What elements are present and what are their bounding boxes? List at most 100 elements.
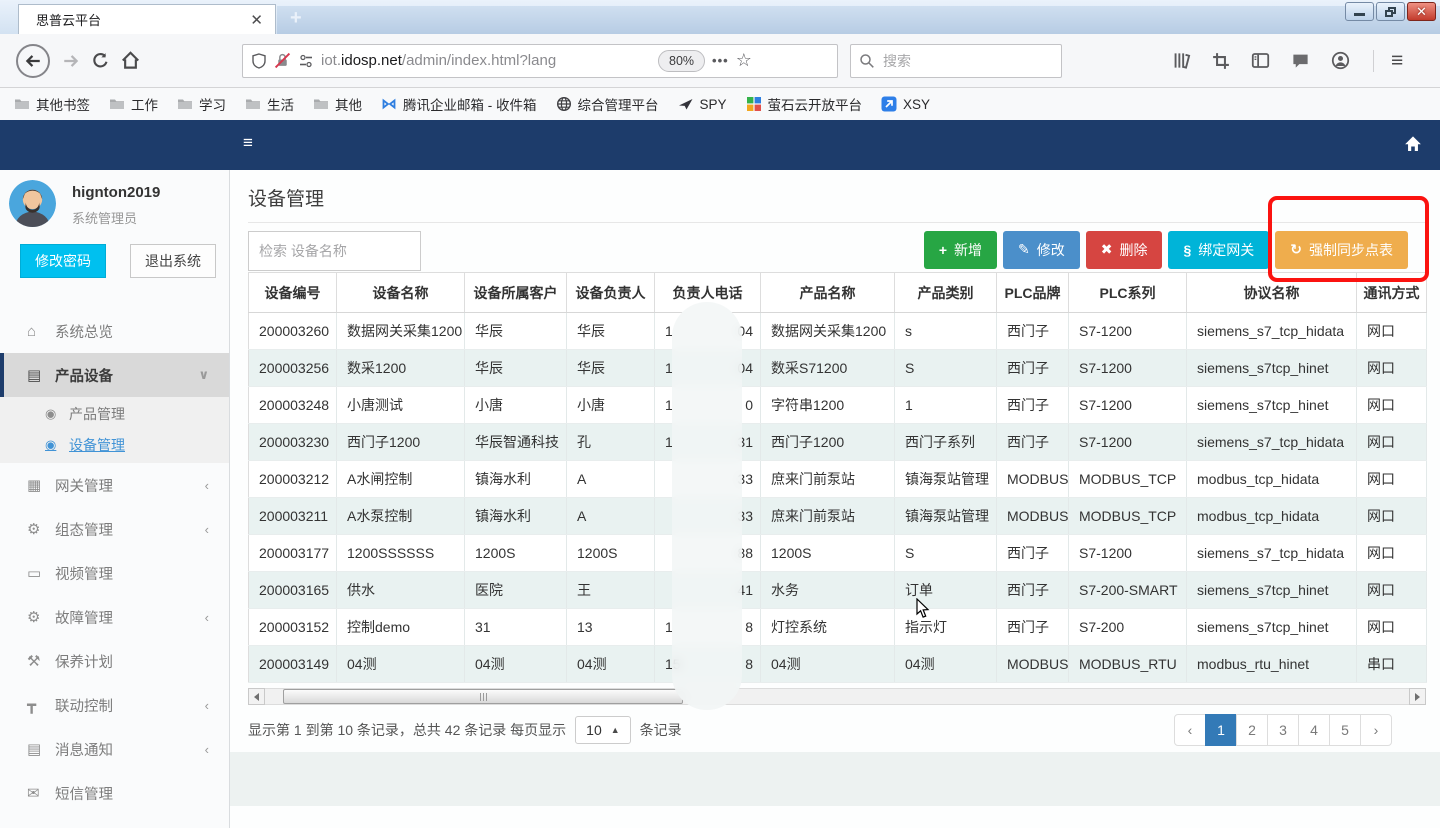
scroll-left-arrow[interactable]: [248, 688, 265, 705]
sidebar-toggle-icon[interactable]: ≡: [243, 133, 253, 153]
browser-search-box[interactable]: [850, 44, 1062, 78]
book-icon: ▤: [27, 740, 55, 758]
bookmark-item[interactable]: XSY: [881, 96, 930, 112]
page-actions-icon[interactable]: •••: [712, 53, 729, 68]
app-home-button[interactable]: [1404, 135, 1422, 153]
toolbar-button-label: 绑定网关: [1198, 240, 1254, 260]
screenshot-button[interactable]: [1212, 52, 1230, 70]
table-row[interactable]: 20000314904测04测04测15804测04测MODBUSMODBUS_…: [249, 646, 1427, 683]
reload-button[interactable]: [92, 52, 109, 69]
table-row[interactable]: 200003260数据网关采集1200华辰华辰104数据网关采集1200s西门子…: [249, 313, 1427, 350]
browser-search-input[interactable]: [881, 52, 1031, 70]
sidebar-item-产品设备[interactable]: ▤产品设备∨: [0, 353, 229, 397]
device-search-input[interactable]: [248, 231, 421, 271]
bookmark-item[interactable]: 其他书签: [14, 94, 90, 114]
scrollbar-track[interactable]: [265, 688, 1409, 705]
sidebar-item-车间管理[interactable]: ▦车间管理: [0, 815, 229, 828]
column-header-产品名称[interactable]: 产品名称: [761, 273, 895, 313]
url-bar[interactable]: iot.idosp.net/admin/index.html?lang 80% …: [242, 44, 838, 78]
column-header-设备编号[interactable]: 设备编号: [249, 273, 337, 313]
sidebar-item-故障管理[interactable]: ⚙故障管理‹: [0, 595, 229, 639]
x-icon: ✖: [1101, 241, 1113, 258]
forward-button[interactable]: [62, 52, 80, 70]
column-header-设备所属客户[interactable]: 设备所属客户: [465, 273, 567, 313]
column-header-PLC系列[interactable]: PLC系列: [1069, 273, 1187, 313]
sidebar-subitem-设备管理[interactable]: ◉设备管理: [0, 429, 229, 460]
change-password-button[interactable]: 修改密码: [20, 244, 106, 278]
table-row[interactable]: 200003211A水泵控制镇海水利A33庶来门前泵站镇海泵站管理MODBUSM…: [249, 498, 1427, 535]
table-row[interactable]: 200003152控制demo311318灯控系统指示灯西门子S7-200sie…: [249, 609, 1427, 646]
scroll-right-arrow[interactable]: [1409, 688, 1426, 705]
sidebar-item-组态管理[interactable]: ⚙组态管理‹: [0, 507, 229, 551]
device-toolbar: +新增✎修改✖删除§绑定网关↻强制同步点表: [248, 222, 1426, 272]
column-header-PLC品牌[interactable]: PLC品牌: [997, 273, 1069, 313]
table-row[interactable]: 200003212A水闸控制镇海水利A33庶来门前泵站镇海泵站管理MODBUSM…: [249, 461, 1427, 498]
bookmark-item[interactable]: 工作: [109, 94, 158, 114]
home-button[interactable]: [121, 51, 140, 70]
sidebar-item-消息通知[interactable]: ▤消息通知‹: [0, 727, 229, 771]
person-icon: [1331, 51, 1350, 70]
new-tab-button[interactable]: +: [290, 8, 302, 28]
page-button-5[interactable]: 5: [1329, 714, 1361, 746]
bookmark-label: SPY: [700, 97, 727, 112]
column-header-设备负责人[interactable]: 设备负责人: [567, 273, 655, 313]
sidebar-item-短信管理[interactable]: ✉短信管理: [0, 771, 229, 815]
restore-button[interactable]: [1376, 2, 1405, 21]
url-text: iot.idosp.net/admin/index.html?lang: [321, 52, 651, 69]
close-button[interactable]: ✕: [1407, 2, 1436, 21]
page-button-4[interactable]: 4: [1298, 714, 1330, 746]
horizontal-scrollbar[interactable]: [248, 688, 1426, 705]
bookmark-item[interactable]: SPY: [678, 96, 727, 112]
permissions-icon: [298, 53, 314, 69]
page-button-1[interactable]: 1: [1205, 714, 1237, 746]
tab-close-icon[interactable]: ✕: [250, 11, 275, 29]
scrollbar-thumb[interactable]: [283, 689, 683, 704]
table-cell: 网口: [1357, 313, 1427, 350]
sidebar-item-网关管理[interactable]: ▦网关管理‹: [0, 463, 229, 507]
table-cell: 04测: [337, 646, 465, 683]
logout-button[interactable]: 退出系统: [130, 244, 216, 278]
table-row[interactable]: 2000031771200SSSSSS1200S1200S881200SS西门子…: [249, 535, 1427, 572]
toolbar-button-修改[interactable]: ✎修改: [1003, 231, 1080, 269]
column-header-设备名称[interactable]: 设备名称: [337, 273, 465, 313]
sidebar-item-视频管理[interactable]: ▭视频管理: [0, 551, 229, 595]
sidebar-item-系统总览[interactable]: ⌂系统总览: [0, 309, 229, 353]
bookmark-item[interactable]: 综合管理平台: [556, 94, 659, 114]
messages-button[interactable]: [1291, 51, 1310, 70]
sidebars-button[interactable]: [1251, 51, 1270, 70]
table-cell: 孔: [567, 424, 655, 461]
envelope-icon: ✉: [27, 784, 55, 802]
table-row[interactable]: 200003230西门子1200华辰智通科技孔131西门子1200西门子系列西门…: [249, 424, 1427, 461]
page-size-select[interactable]: 10 ▲: [575, 716, 631, 744]
page-button-2[interactable]: 2: [1236, 714, 1268, 746]
bookmark-item[interactable]: 其他: [313, 94, 362, 114]
browser-tab[interactable]: 思普云平台 ✕: [18, 4, 276, 34]
toolbar-button-删除[interactable]: ✖删除: [1086, 231, 1163, 269]
minimize-button[interactable]: [1345, 2, 1374, 21]
table-row[interactable]: 200003165供水医院王41水务订单西门子S7-200-SMARTsieme…: [249, 572, 1427, 609]
bookmark-label: 工作: [131, 94, 158, 114]
table-row[interactable]: 200003256数采1200华辰华辰104数采S71200S西门子S7-120…: [249, 350, 1427, 387]
bookmark-item[interactable]: 学习: [177, 94, 226, 114]
sidebar-subitem-产品管理[interactable]: ◉产品管理: [0, 398, 229, 429]
back-button[interactable]: [16, 44, 50, 78]
account-button[interactable]: [1331, 51, 1350, 70]
toolbar-button-绑定网关[interactable]: §绑定网关: [1168, 231, 1269, 269]
page-prev-button[interactable]: ‹: [1174, 714, 1206, 746]
bookmark-star-icon[interactable]: ☆: [736, 50, 752, 71]
bookmark-item[interactable]: 萤石云开放平台: [746, 94, 863, 114]
library-button[interactable]: [1172, 51, 1191, 70]
column-header-产品类别[interactable]: 产品类别: [895, 273, 997, 313]
sidebar-item-保养计划[interactable]: ⚒保养计划: [0, 639, 229, 683]
table-row[interactable]: 200003248小唐测试小唐小唐10字符串12001西门子S7-1200sie…: [249, 387, 1427, 424]
summary-text-after: 条记录: [640, 720, 682, 740]
bookmark-item[interactable]: 腾讯企业邮箱 - 收件箱: [381, 94, 537, 114]
bookmark-item[interactable]: 生活: [245, 94, 294, 114]
zoom-level-badge[interactable]: 80%: [658, 50, 705, 72]
menu-button[interactable]: ≡: [1391, 49, 1403, 73]
table-cell: 200003260: [249, 313, 337, 350]
page-next-button[interactable]: ›: [1360, 714, 1392, 746]
sidebar-item-联动控制[interactable]: ┳联动控制‹: [0, 683, 229, 727]
toolbar-button-新增[interactable]: +新增: [924, 231, 997, 269]
page-button-3[interactable]: 3: [1267, 714, 1299, 746]
